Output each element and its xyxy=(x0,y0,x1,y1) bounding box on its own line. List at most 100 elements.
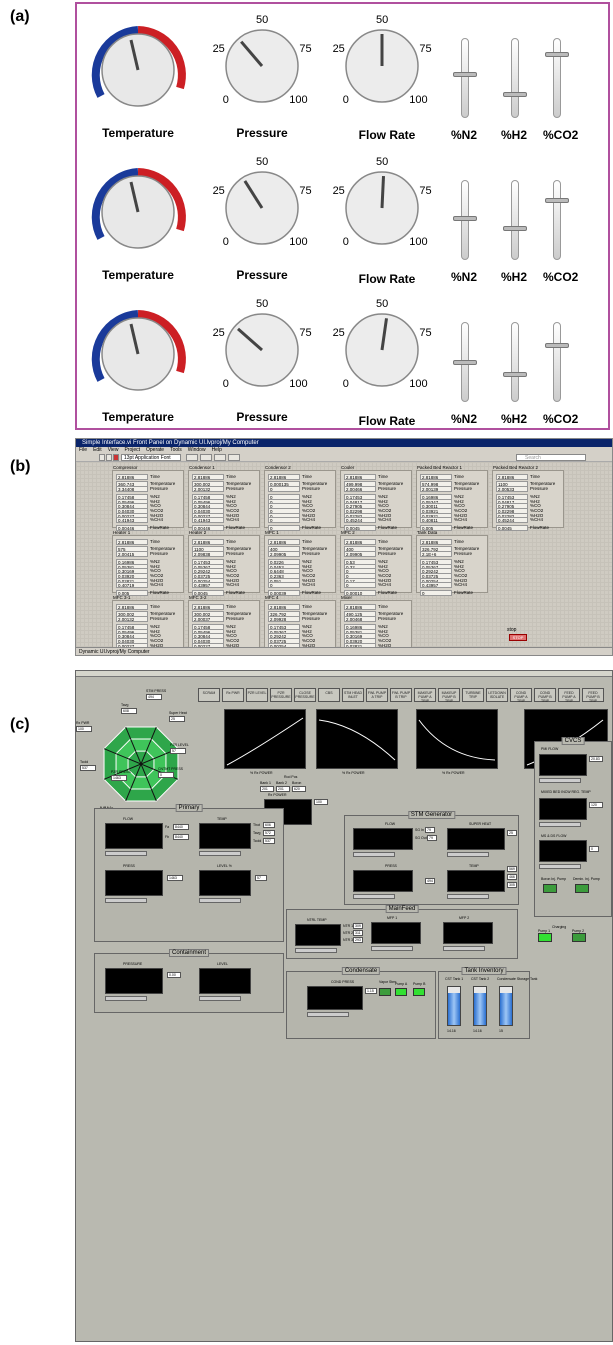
value-field[interactable]: 0.0004 xyxy=(192,655,224,656)
value-field[interactable]: 0.41943 xyxy=(192,517,224,524)
control-button[interactable]: PZR LEVEL xyxy=(246,688,268,702)
chart-controls[interactable] xyxy=(199,898,241,903)
pump-a-led[interactable] xyxy=(395,988,407,996)
control-button[interactable]: MAKEUP PUMP A TRIP xyxy=(414,688,436,703)
slider-thumb[interactable] xyxy=(453,71,477,77)
slider-thumb[interactable] xyxy=(453,216,477,221)
chart-controls[interactable] xyxy=(447,852,489,857)
slider-n2[interactable] xyxy=(453,180,477,260)
value-field[interactable]: 2.00132 xyxy=(116,615,148,622)
value-field[interactable]: 2.09905 xyxy=(268,550,300,557)
distribute-icon[interactable] xyxy=(200,454,212,461)
value-field[interactable]: 2.09838 xyxy=(192,550,224,557)
value-field[interactable]: 0 xyxy=(420,590,452,597)
stop-button[interactable]: STOP xyxy=(509,634,527,641)
slider-thumb[interactable] xyxy=(453,360,477,366)
value-field[interactable]: 0 xyxy=(268,582,300,589)
control-button[interactable]: SCRAM xyxy=(198,688,220,702)
slider-thumb[interactable] xyxy=(503,92,527,98)
value-field[interactable]: 2.81886 xyxy=(268,474,300,481)
slider-co2[interactable] xyxy=(545,38,569,118)
control-button[interactable]: STM HEAD INLET xyxy=(342,688,364,702)
control-button[interactable]: CBS xyxy=(318,688,340,702)
control-button[interactable]: TURBINE TRIP xyxy=(462,688,484,702)
vacuum-led[interactable] xyxy=(379,988,391,996)
value-field[interactable]: 2.81886 xyxy=(192,474,224,481)
boron-pump-led[interactable] xyxy=(543,884,557,893)
value-field[interactable]: 0 xyxy=(268,517,300,524)
chart-controls[interactable] xyxy=(295,948,337,953)
reorder-icon[interactable] xyxy=(228,454,240,461)
value-field[interactable]: 3.34408 xyxy=(116,485,148,492)
control-button[interactable]: LETDOWN ISOLATE xyxy=(486,688,508,702)
value-field[interactable]: 2.81886 xyxy=(116,539,148,546)
value-field[interactable]: 0.43957 xyxy=(192,582,224,589)
value-field[interactable]: 2.09928 xyxy=(268,615,300,622)
run-icon[interactable] xyxy=(99,454,105,461)
chart-controls[interactable] xyxy=(199,851,241,856)
control-button[interactable]: PZR PRESSURE xyxy=(270,688,292,702)
value-field[interactable]: 0.43957 xyxy=(420,582,452,589)
chart-controls[interactable] xyxy=(443,946,485,951)
slider-h2[interactable] xyxy=(503,180,527,260)
pump1-led[interactable] xyxy=(538,933,552,942)
chart-controls[interactable] xyxy=(539,864,581,869)
pump-b-led[interactable] xyxy=(413,988,425,996)
value-field[interactable]: 2.81886 xyxy=(116,474,148,481)
chart-controls[interactable] xyxy=(447,894,489,899)
value-field[interactable]: 0 xyxy=(344,582,376,589)
slider-n2[interactable] xyxy=(453,38,477,118)
control-button[interactable]: MAKEUP PUMP B TRIP xyxy=(438,688,460,703)
value-field[interactable]: 0.41943 xyxy=(116,517,148,524)
chart-controls[interactable] xyxy=(371,946,413,951)
demin-pump-led[interactable] xyxy=(575,884,589,893)
value-field[interactable]: 2.00468 xyxy=(344,615,376,622)
control-button[interactable]: FWL PUMP A TRIP xyxy=(366,688,388,702)
value-field[interactable]: 2.00533 xyxy=(496,485,528,492)
control-button[interactable]: COND PUMP A TRIP xyxy=(510,688,532,703)
chart-controls[interactable] xyxy=(539,822,581,827)
chart-controls[interactable] xyxy=(105,898,147,903)
chart-controls[interactable] xyxy=(105,851,147,856)
run-continuous-icon[interactable] xyxy=(106,454,112,461)
slider-co2[interactable] xyxy=(545,180,569,260)
resize-icon[interactable] xyxy=(214,454,226,461)
chart-controls[interactable] xyxy=(307,1012,349,1017)
value-field[interactable]: 2.00132 xyxy=(192,485,224,492)
value-field[interactable]: 2.81886 xyxy=(344,474,376,481)
control-button[interactable]: FEED PUMP A TRIP xyxy=(558,688,580,703)
value-field[interactable]: 0.0045 xyxy=(496,525,528,532)
value-field[interactable]: 2.81886 xyxy=(268,604,300,611)
chart-controls[interactable] xyxy=(353,852,395,857)
control-button[interactable]: CLOSE PRESSURE xyxy=(294,688,316,702)
pump2-led[interactable] xyxy=(572,933,586,942)
value-field[interactable]: 2.00139 xyxy=(420,485,452,492)
search-input[interactable]: Search xyxy=(516,454,586,461)
value-field[interactable]: 2.00466 xyxy=(344,485,376,492)
value-field[interactable]: 2.81886 xyxy=(420,539,452,546)
value-field[interactable]: 2.81886 xyxy=(192,604,224,611)
control-button[interactable]: FEED PUMP B TRIP xyxy=(582,688,604,703)
value-field[interactable]: 2.00415 xyxy=(116,550,148,557)
value-field[interactable]: 2.81886 xyxy=(116,604,148,611)
slider-h2[interactable] xyxy=(503,322,527,402)
slider-h2[interactable] xyxy=(503,38,527,118)
font-select[interactable]: 13pt Application Font xyxy=(121,454,181,461)
value-field[interactable]: 0.005 xyxy=(344,655,376,656)
control-button[interactable]: FWL PUMP B TRIP xyxy=(390,688,412,702)
align-icon[interactable] xyxy=(186,454,198,461)
value-field[interactable]: 2.81886 xyxy=(268,539,300,546)
value-field[interactable]: 0.00446 xyxy=(116,655,148,656)
value-field[interactable]: 0.0045 xyxy=(268,655,300,656)
slider-thumb[interactable] xyxy=(503,226,527,232)
slider-n2[interactable] xyxy=(453,322,477,402)
chart-controls[interactable] xyxy=(539,778,581,783)
value-field[interactable]: 2.09905 xyxy=(344,550,376,557)
slider-thumb[interactable] xyxy=(545,342,569,348)
value-field[interactable]: 2.00037 xyxy=(192,615,224,622)
value-field[interactable]: 2.81886 xyxy=(344,539,376,546)
value-field[interactable]: 2.81886 xyxy=(192,539,224,546)
control-button[interactable]: Rx PWR xyxy=(222,688,244,702)
value-field[interactable]: 2.81886 xyxy=(420,474,452,481)
value-field[interactable]: 0.40811 xyxy=(420,517,452,524)
